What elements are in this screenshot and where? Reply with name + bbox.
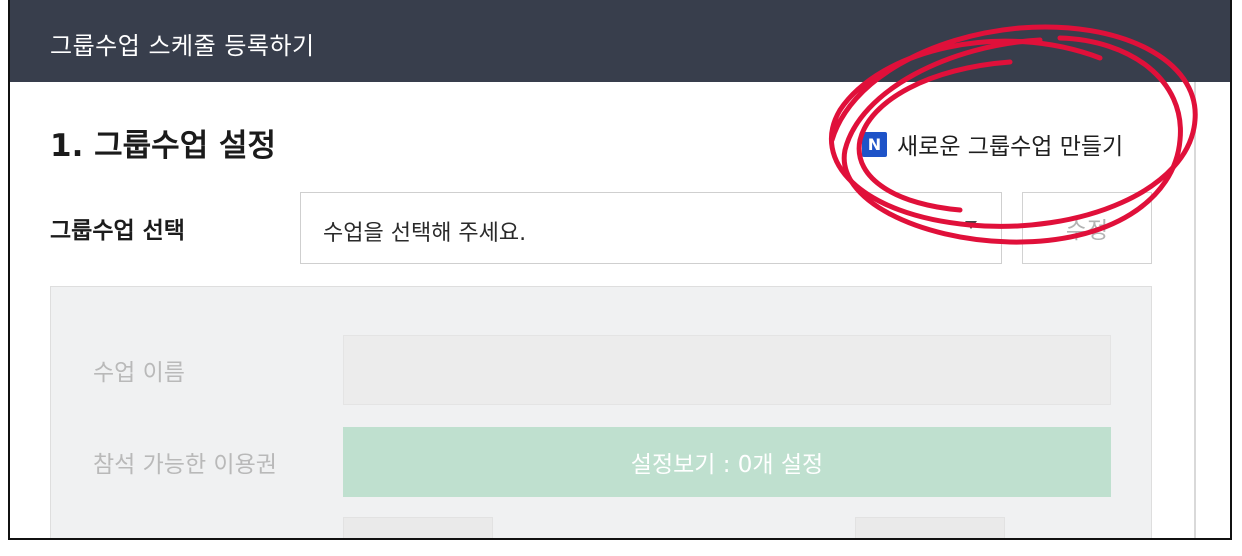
pass-label: 참석 가능한 이용권 <box>93 452 277 478</box>
pass-settings-button[interactable]: 설정보기 : 0개 설정 <box>343 427 1111 497</box>
modal-title: 그룹수업 스케줄 등록하기 <box>50 32 315 60</box>
scrollbar-track[interactable] <box>1194 82 1196 538</box>
modal-window: 그룹수업 스케줄 등록하기 1. 그룹수업 설정 N 새로운 그룹수업 만들기 … <box>8 0 1232 540</box>
class-settings-panel: 수업 이름 참석 가능한 이용권 설정보기 : 0개 설정 <box>50 286 1152 538</box>
chevron-down-icon <box>965 221 977 229</box>
class-name-label: 수업 이름 <box>93 360 185 386</box>
class-select-dropdown[interactable]: 수업을 선택해 주세요. <box>300 192 1002 264</box>
naver-n-icon: N <box>862 131 887 157</box>
new-group-class-link[interactable]: N 새로운 그룹수업 만들기 <box>862 127 1123 161</box>
edit-button[interactable]: 수정 <box>1022 192 1152 264</box>
section-title: 1. 그룹수업 설정 <box>50 128 277 164</box>
field-stub-right[interactable] <box>855 517 1005 538</box>
modal-header: 그룹수업 스케줄 등록하기 <box>10 0 1230 82</box>
class-select-value: 수업을 선택해 주세요. <box>323 221 527 246</box>
class-select-label: 그룹수업 선택 <box>50 218 185 244</box>
field-stub-left[interactable] <box>343 517 493 538</box>
new-group-class-label: 새로운 그룹수업 만들기 <box>897 134 1124 160</box>
class-name-input[interactable] <box>343 335 1111 405</box>
